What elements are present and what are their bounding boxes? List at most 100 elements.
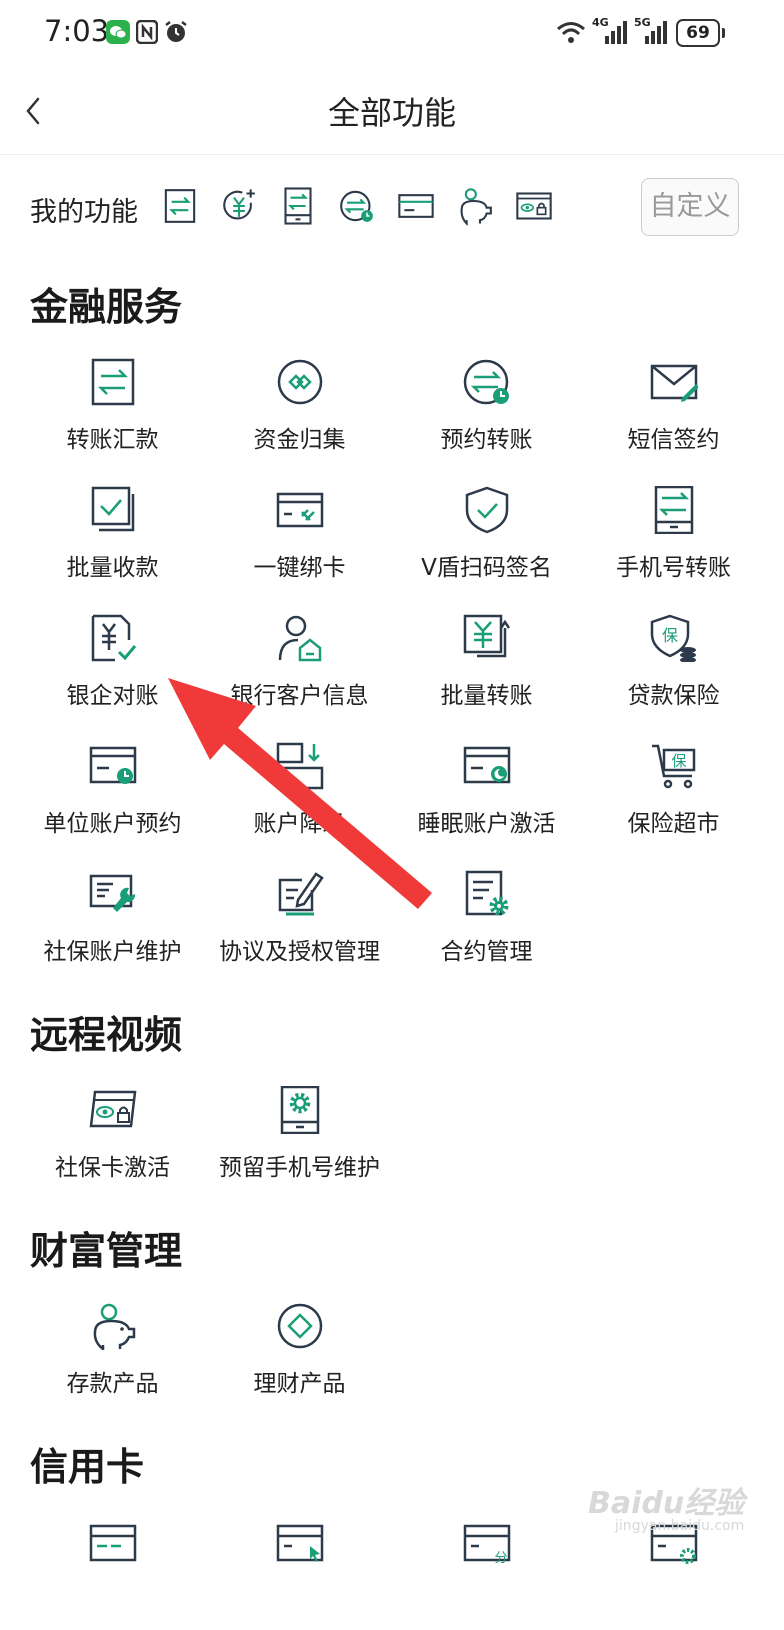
func-item-label: 一键绑卡 <box>253 555 346 581</box>
func-item-insurance-market[interactable]: 保 保险超市 <box>580 742 767 852</box>
wechat-icon <box>106 20 130 44</box>
piggy-bank-icon[interactable] <box>455 186 495 226</box>
phone-transfer-icon <box>654 486 694 534</box>
social-maintain-icon <box>89 874 136 912</box>
func-item-customer-info[interactable]: 银行客户信息 <box>206 614 393 724</box>
my-functions-label: 我的功能 <box>30 197 138 228</box>
func-item-phone-transfer[interactable]: 手机号转账 <box>580 486 767 596</box>
watermark-logo: Baidu经验 jingyan.baidu.com <box>588 1486 745 1534</box>
battery-indicator: 69 <box>676 19 725 47</box>
customize-button[interactable]: 自定义 <box>641 178 739 236</box>
func-item-sms-sign[interactable]: 短信签约 <box>580 358 767 468</box>
loan-insurance-icon: 保 <box>650 614 696 662</box>
phone-settings-icon <box>280 1086 320 1134</box>
func-item-label: V盾扫码签名 <box>421 555 552 581</box>
func-item-label: 批量收款 <box>66 555 159 581</box>
func-item-label: 银行客户信息 <box>230 683 369 709</box>
func-item-label: 手机号转账 <box>616 555 731 581</box>
wifi-icon <box>557 22 585 43</box>
shield-icon <box>465 486 509 534</box>
func-item-social-card-activate[interactable]: 社保卡激活 <box>19 1086 206 1196</box>
contract-icon <box>465 870 509 916</box>
func-item-label: 批量转账 <box>440 683 533 709</box>
batch-receive-icon <box>91 486 135 532</box>
yuan-add-icon[interactable] <box>219 186 259 226</box>
func-item-label: 资金归集 <box>253 427 346 453</box>
section-title-wealth: 财富管理 <box>30 1229 183 1273</box>
func-item-agreement[interactable]: 协议及授权管理 <box>206 870 393 980</box>
my-functions-bar: 我的功能 自定义 <box>0 172 784 244</box>
scheduled-transfer-icon <box>463 359 509 405</box>
section-title-credit-card: 信用卡 <box>30 1445 145 1489</box>
func-item-loan-insurance[interactable]: 保 贷款保险 <box>580 614 767 724</box>
page-title: 全部功能 <box>327 94 456 132</box>
func-item-account-downgrade[interactable]: 账户降级 <box>206 742 393 852</box>
func-item-bind-card[interactable]: 一键绑卡 <box>206 486 393 596</box>
scheduled-transfer-icon[interactable] <box>337 186 377 226</box>
func-item-contract[interactable]: 合约管理 <box>393 870 580 980</box>
func-item-label: 睡眠账户激活 <box>417 811 556 837</box>
section-title-remote-video: 远程视频 <box>30 1013 183 1057</box>
phone-transfer-icon[interactable] <box>278 186 318 226</box>
svg-text:分: 分 <box>494 1551 507 1566</box>
customer-info-icon <box>278 615 322 662</box>
section-title-finance: 金融服务 <box>30 285 183 329</box>
insurance-cart-icon: 保 <box>652 744 696 789</box>
agreement-icon <box>278 872 324 916</box>
wealth-icon <box>277 1303 323 1349</box>
card-click-icon <box>276 1524 324 1562</box>
func-item-label: 合约管理 <box>440 939 533 965</box>
func-item-card-settings[interactable] <box>580 1520 767 1630</box>
func-item-label: 贷款保险 <box>627 683 720 709</box>
func-item-label: 预留手机号维护 <box>219 1155 380 1181</box>
transfer-icon <box>91 358 135 406</box>
card-icon[interactable] <box>396 186 436 226</box>
func-item-card-installment[interactable]: 分 <box>393 1520 580 1630</box>
func-item-label: 账户降级 <box>253 811 346 837</box>
status-bar: 7:03 4G 5G 69 <box>0 0 784 66</box>
func-item-card-click[interactable] <box>206 1520 393 1630</box>
func-item-label: 银企对账 <box>66 683 159 709</box>
func-item-batch-transfer[interactable]: 批量转账 <box>393 614 580 724</box>
func-item-label: 转账汇款 <box>66 427 159 453</box>
func-item-account-booking[interactable]: 单位账户预约 <box>19 742 206 852</box>
func-item-label: 保险超市 <box>627 811 720 837</box>
svg-text:保: 保 <box>671 752 686 770</box>
func-item-label: 存款产品 <box>66 1371 159 1397</box>
func-item-wealth-products[interactable]: 理财产品 <box>206 1302 393 1412</box>
dormant-account-icon <box>463 746 511 784</box>
sms-sign-icon <box>650 364 698 402</box>
fund-collect-icon <box>277 359 323 405</box>
func-item-label: 社保账户维护 <box>43 939 182 965</box>
func-item-label: 单位账户预约 <box>43 811 182 837</box>
func-item-credit-card[interactable] <box>19 1520 206 1630</box>
func-item-fund-collect[interactable]: 资金归集 <box>206 358 393 468</box>
nfc-icon <box>136 20 158 44</box>
nav-header: 全部功能 <box>0 66 784 155</box>
func-item-vshield-sign[interactable]: V盾扫码签名 <box>393 486 580 596</box>
func-item-dormant-account[interactable]: 睡眠账户激活 <box>393 742 580 852</box>
func-item-transfer[interactable]: 转账汇款 <box>19 358 206 468</box>
func-item-reserved-phone[interactable]: 预留手机号维护 <box>206 1086 393 1196</box>
piggy-bank-icon <box>93 1303 136 1350</box>
func-item-batch-receive[interactable]: 批量收款 <box>19 486 206 596</box>
account-downgrade-icon <box>276 742 324 790</box>
credit-card-icon <box>89 1524 137 1562</box>
bind-card-icon <box>276 492 324 528</box>
func-item-deposit[interactable]: 存款产品 <box>19 1302 206 1412</box>
func-item-scheduled-transfer[interactable]: 预约转账 <box>393 358 580 468</box>
signal-icon-2 <box>645 21 667 44</box>
func-item-social-maintain[interactable]: 社保账户维护 <box>19 870 206 980</box>
func-item-label: 预约转账 <box>440 427 533 453</box>
transfer-icon[interactable] <box>160 186 200 226</box>
func-item-label: 社保卡激活 <box>55 1155 170 1181</box>
func-item-label: 理财产品 <box>253 1371 346 1397</box>
card-lock-icon[interactable] <box>514 186 554 226</box>
batch-transfer-icon <box>463 614 511 658</box>
card-lock-icon <box>89 1090 137 1128</box>
func-item-label: 短信签约 <box>627 427 720 453</box>
svg-text:保: 保 <box>662 626 678 645</box>
func-item-reconcile[interactable]: 银企对账 <box>19 614 206 724</box>
reconcile-icon <box>91 614 137 662</box>
account-booking-icon <box>89 746 137 784</box>
